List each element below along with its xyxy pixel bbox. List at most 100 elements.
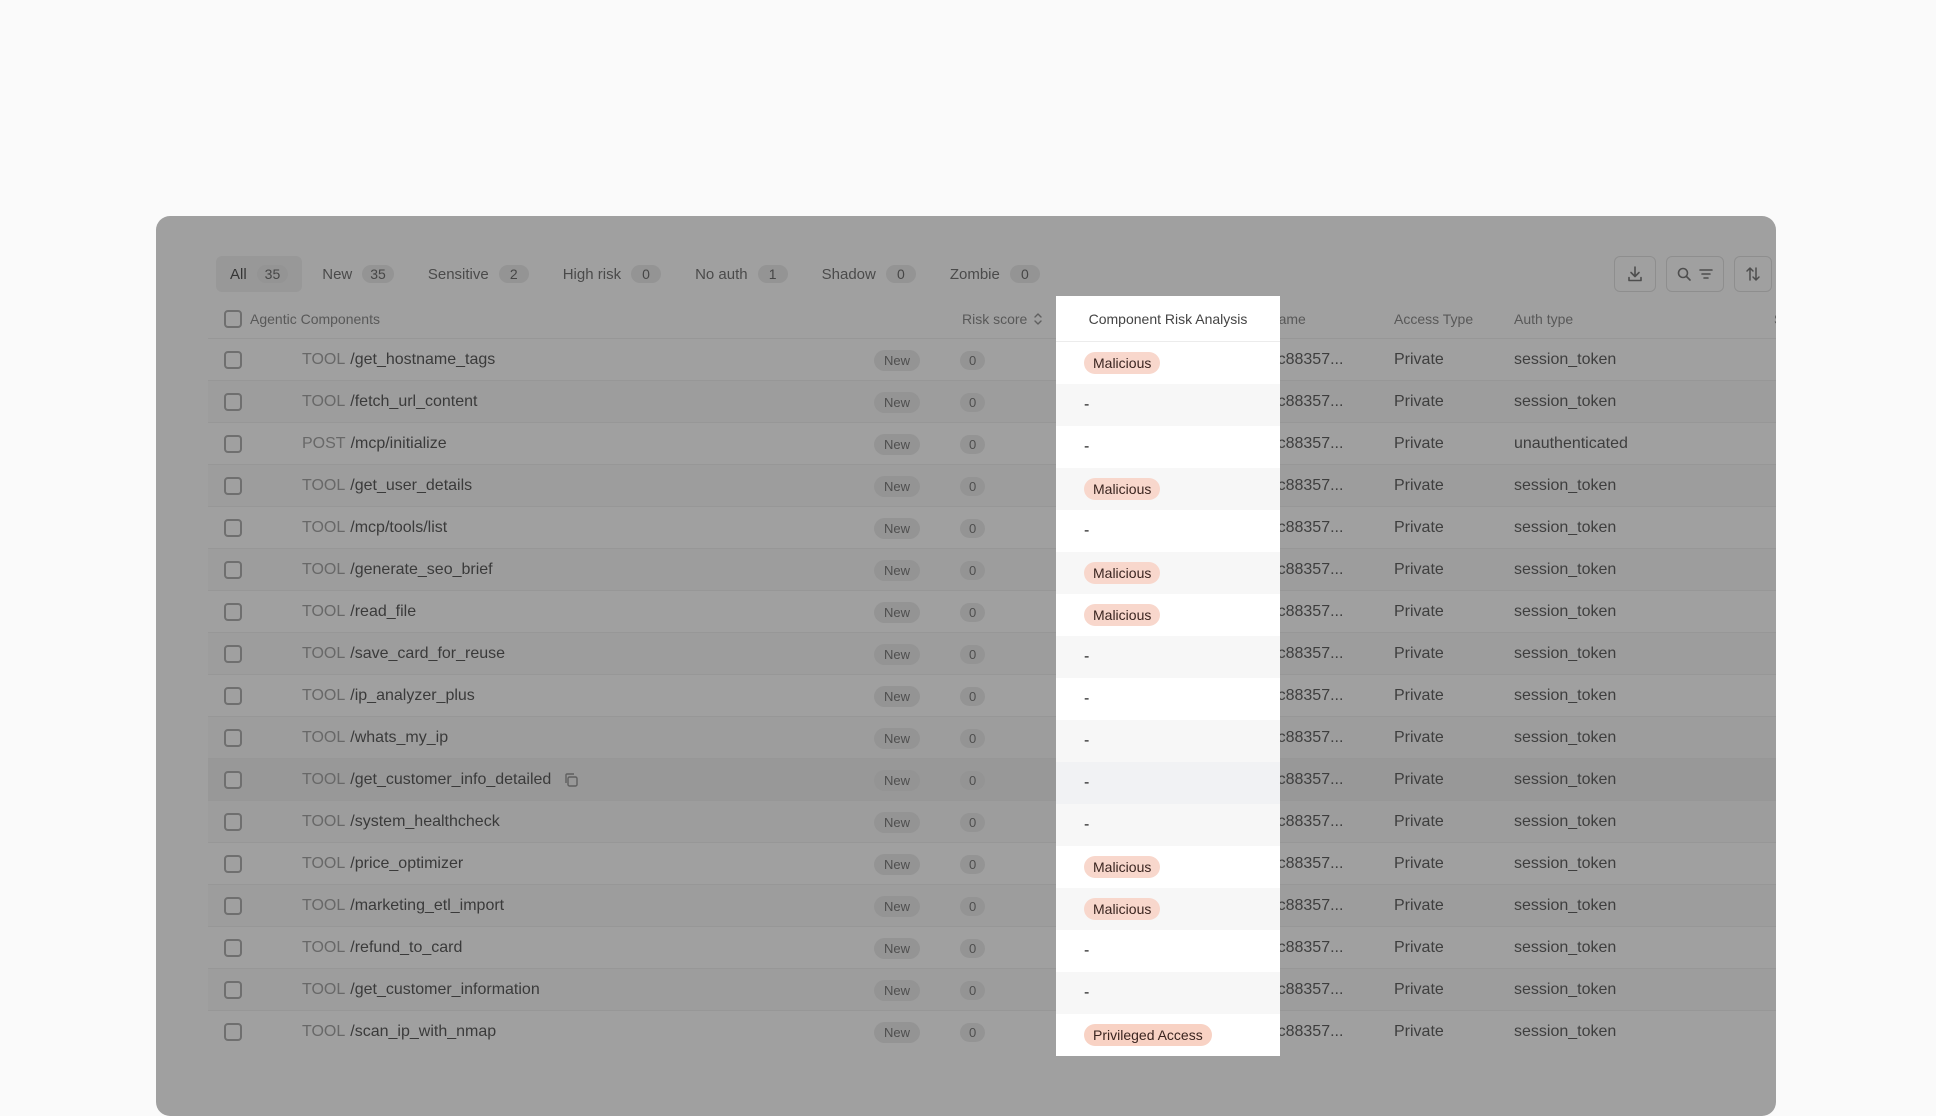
component-name[interactable]: TOOL/get_customer_info_detailed: [302, 759, 579, 801]
header-auth-type[interactable]: Auth type: [1514, 298, 1573, 340]
header-risk-score[interactable]: Risk score: [962, 298, 1043, 340]
access-type-cell: Private: [1394, 351, 1444, 368]
component-name[interactable]: TOOL/save_card_for_reuse: [302, 633, 505, 675]
component-name[interactable]: POST/mcp/initialize: [302, 423, 447, 465]
table-row[interactable]: TOOL/refund_to_card New 0 2a27c88357... Priv…: [208, 926, 1776, 969]
row-checkbox[interactable]: [224, 1023, 242, 1041]
access-type-cell: Private: [1394, 1023, 1444, 1040]
row-checkbox-cell[interactable]: [224, 801, 242, 843]
table-row[interactable]: TOOL/whats_my_ip New 0 2a27c88357... Private…: [208, 716, 1776, 759]
row-checkbox-cell[interactable]: [224, 381, 242, 423]
search-filter-button[interactable]: [1666, 256, 1724, 292]
risk-score-badge: 0: [960, 476, 986, 496]
header-component-risk-analysis[interactable]: Component Risk Analysis: [1056, 296, 1280, 342]
download-button[interactable]: [1614, 256, 1656, 292]
select-all-checkbox[interactable]: [224, 310, 242, 328]
header-truncated[interactable]: Se: [1774, 298, 1776, 340]
new-badge-cell: New: [874, 801, 921, 843]
component-method: TOOL: [302, 939, 346, 956]
row-checkbox[interactable]: [224, 981, 242, 999]
row-checkbox[interactable]: [224, 435, 242, 453]
table-row[interactable]: TOOL/read_file New 0 2a27c88357... Private se…: [208, 590, 1776, 633]
table-row[interactable]: TOOL/generate_seo_brief New 0 2a27c88357...…: [208, 548, 1776, 591]
component-name[interactable]: TOOL/whats_my_ip: [302, 717, 448, 759]
component-name[interactable]: TOOL/read_file: [302, 591, 416, 633]
row-checkbox-cell[interactable]: [224, 969, 242, 1011]
row-checkbox-cell[interactable]: [224, 549, 242, 591]
component-name[interactable]: TOOL/refund_to_card: [302, 927, 462, 969]
row-checkbox[interactable]: [224, 519, 242, 537]
component-path: /scan_ip_with_nmap: [350, 1023, 497, 1040]
tab-new[interactable]: New 35: [308, 256, 408, 292]
component-name[interactable]: TOOL/mcp/tools/list: [302, 507, 447, 549]
tab-sensitive[interactable]: Sensitive 2: [414, 256, 543, 292]
tab-shadow[interactable]: Shadow 0: [808, 256, 930, 292]
table-row[interactable]: TOOL/save_card_for_reuse New 0 2a27c88357..…: [208, 632, 1776, 675]
table-row[interactable]: TOOL/system_healthcheck New 0 2a27c88357...…: [208, 800, 1776, 843]
row-checkbox-cell[interactable]: [224, 1011, 242, 1053]
table-row[interactable]: TOOL/ip_analyzer_plus New 0 2a27c88357... Pr…: [208, 674, 1776, 717]
row-checkbox-cell[interactable]: [224, 507, 242, 549]
table-row[interactable]: TOOL/price_optimizer New 0 2a27c88357... Pri…: [208, 842, 1776, 885]
component-name[interactable]: TOOL/price_optimizer: [302, 843, 463, 885]
row-checkbox[interactable]: [224, 561, 242, 579]
new-badge: New: [874, 559, 921, 581]
tab-all[interactable]: All 35: [216, 256, 303, 292]
header-agentic-components[interactable]: Agentic Components: [250, 298, 380, 340]
component-name[interactable]: TOOL/marketing_etl_import: [302, 885, 504, 927]
access-type-cell: Private: [1394, 771, 1444, 788]
table-row[interactable]: TOOL/get_customer_information New 0 2a27c88…: [208, 968, 1776, 1011]
component-name[interactable]: TOOL/get_hostname_tags: [302, 339, 495, 381]
row-checkbox[interactable]: [224, 855, 242, 873]
row-checkbox[interactable]: [224, 477, 242, 495]
row-checkbox[interactable]: [224, 393, 242, 411]
row-checkbox-cell[interactable]: [224, 927, 242, 969]
table-row[interactable]: TOOL/fetch_url_content New 0 2a27c88357... P…: [208, 380, 1776, 423]
risk-score-badge: 0: [960, 938, 986, 958]
tab-no-auth[interactable]: No auth 1: [681, 256, 802, 292]
component-name[interactable]: TOOL/system_healthcheck: [302, 801, 500, 843]
row-checkbox-cell[interactable]: [224, 717, 242, 759]
row-checkbox-cell[interactable]: [224, 675, 242, 717]
table-row[interactable]: TOOL/marketing_etl_import New 0 2a27c88357.…: [208, 884, 1776, 927]
component-name[interactable]: TOOL/get_customer_information: [302, 969, 540, 1011]
component-name[interactable]: TOOL/get_user_details: [302, 465, 472, 507]
row-checkbox-cell[interactable]: [224, 885, 242, 927]
row-checkbox[interactable]: [224, 729, 242, 747]
row-checkbox-cell[interactable]: [224, 633, 242, 675]
component-name[interactable]: TOOL/fetch_url_content: [302, 381, 477, 423]
row-checkbox[interactable]: [224, 939, 242, 957]
tab-zombie[interactable]: Zombie 0: [936, 256, 1054, 292]
table-row[interactable]: TOOL/get_customer_info_detailed New 0 2a27c…: [208, 758, 1776, 801]
copy-icon[interactable]: [563, 772, 579, 788]
table-row[interactable]: POST/mcp/initialize New 0 2a27c88357... Priv…: [208, 422, 1776, 465]
sort-button[interactable]: [1734, 256, 1772, 292]
row-checkbox[interactable]: [224, 687, 242, 705]
tab-high-risk[interactable]: High risk 0: [549, 256, 675, 292]
row-checkbox[interactable]: [224, 351, 242, 369]
row-checkbox[interactable]: [224, 645, 242, 663]
row-checkbox-cell[interactable]: [224, 843, 242, 885]
component-name[interactable]: TOOL/ip_analyzer_plus: [302, 675, 475, 717]
table-row[interactable]: TOOL/scan_ip_with_nmap New 0 2a27c88357... P…: [208, 1010, 1776, 1053]
row-checkbox-cell[interactable]: [224, 759, 242, 801]
row-checkbox[interactable]: [224, 813, 242, 831]
component-name[interactable]: TOOL/scan_ip_with_nmap: [302, 1011, 496, 1053]
row-checkbox-cell[interactable]: [224, 339, 242, 381]
component-path: /fetch_url_content: [350, 393, 478, 410]
row-checkbox[interactable]: [224, 897, 242, 915]
new-badge-cell: New: [874, 339, 921, 381]
row-checkbox-cell[interactable]: [224, 465, 242, 507]
row-checkbox[interactable]: [224, 771, 242, 789]
select-all-checkbox-cell[interactable]: [224, 298, 242, 340]
sort-updown-icon[interactable]: [1033, 311, 1043, 327]
table-row[interactable]: TOOL/get_hostname_tags New 0 2a27c88357... P…: [208, 338, 1776, 381]
table-row[interactable]: TOOL/mcp/tools/list New 0 2a27c88357... Priv…: [208, 506, 1776, 549]
header-access-type[interactable]: Access Type: [1394, 298, 1473, 340]
row-checkbox[interactable]: [224, 603, 242, 621]
table-row[interactable]: TOOL/get_user_details New 0 2a27c88357... Pr…: [208, 464, 1776, 507]
new-badge: New: [874, 349, 921, 371]
row-checkbox-cell[interactable]: [224, 423, 242, 465]
row-checkbox-cell[interactable]: [224, 591, 242, 633]
component-name[interactable]: TOOL/generate_seo_brief: [302, 549, 493, 591]
